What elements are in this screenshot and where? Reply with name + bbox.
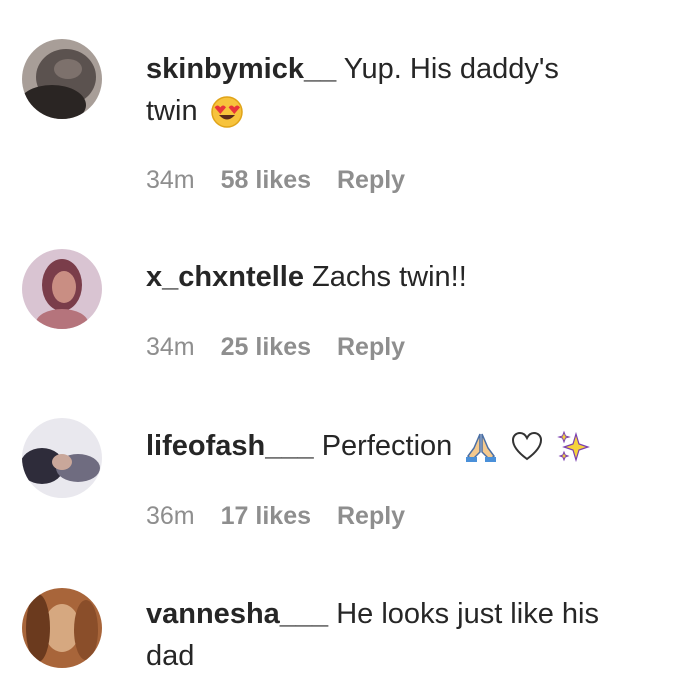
- comment-text: Zachs twin!!: [312, 261, 467, 293]
- comment-timestamp[interactable]: 34m: [146, 333, 195, 361]
- comment-timestamp[interactable]: 34m: [146, 166, 195, 194]
- comment-text: He looks just like his: [336, 598, 599, 630]
- avatar-image: [22, 418, 102, 498]
- reply-button[interactable]: Reply: [337, 333, 405, 361]
- comment-text: Perfection: [321, 430, 453, 462]
- comment-text: Yup. His daddy's: [343, 53, 559, 85]
- comment-meta: 36m 17 likes Reply: [146, 501, 431, 531]
- comment-username[interactable]: vannesha___: [146, 598, 328, 630]
- comment-likes[interactable]: 25 likes: [221, 333, 311, 361]
- comment-text-continued: dad: [146, 640, 195, 672]
- comment-likes[interactable]: 17 likes: [221, 502, 311, 530]
- comment-text-continued: twin: [146, 95, 198, 127]
- comment-meta: 34m 58 likes Reply: [146, 165, 431, 195]
- comment-body: vannesha___ He looks just like his dad: [146, 593, 666, 677]
- avatar[interactable]: [22, 39, 102, 119]
- heart-eyes-emoji-icon: [210, 95, 244, 129]
- avatar[interactable]: [22, 249, 102, 329]
- comment-body: x_chxntelle Zachs twin!!: [146, 256, 666, 298]
- avatar[interactable]: [22, 418, 102, 498]
- comment-username[interactable]: x_chxntelle: [146, 261, 304, 293]
- comment-timestamp[interactable]: 36m: [146, 502, 195, 530]
- avatar-image: [22, 39, 102, 119]
- reply-button[interactable]: Reply: [337, 502, 405, 530]
- reply-button[interactable]: Reply: [337, 166, 405, 194]
- comment-username[interactable]: lifeofash___: [146, 430, 314, 462]
- comment-body: skinbymick__ Yup. His daddy's twin: [146, 48, 666, 132]
- sparkles-icon: [556, 430, 591, 464]
- white-heart-icon: [510, 430, 544, 464]
- comment-body: lifeofash___ Perfection: [146, 425, 666, 467]
- comment-username[interactable]: skinbymick__: [146, 53, 336, 85]
- avatar-image: [22, 249, 102, 329]
- avatar[interactable]: [22, 588, 102, 668]
- comment-meta: 34m 25 likes Reply: [146, 332, 431, 362]
- avatar-image: [22, 588, 102, 668]
- comment-likes[interactable]: 58 likes: [221, 166, 311, 194]
- folded-hands-icon: [464, 430, 498, 464]
